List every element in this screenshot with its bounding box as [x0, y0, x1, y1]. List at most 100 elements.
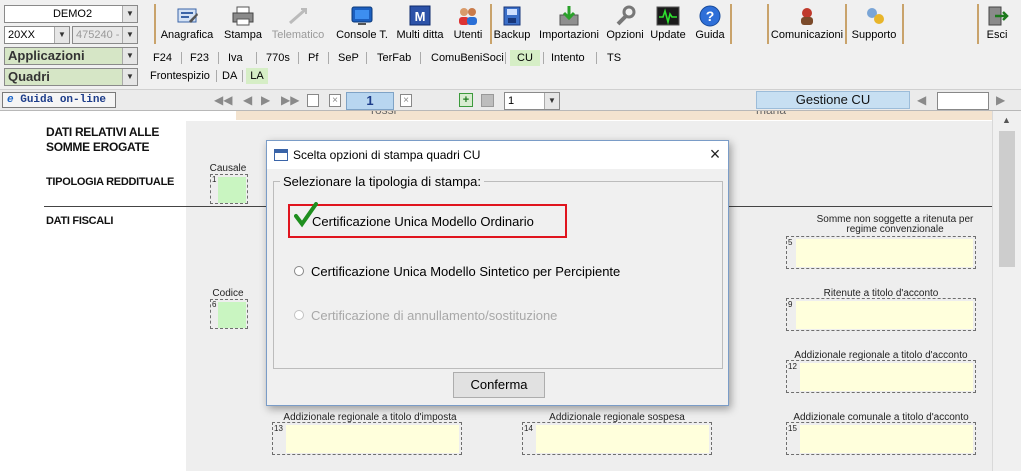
option-sintetico[interactable]: Certificazione Unica Modello Sintetico p…	[294, 262, 714, 282]
chevron-down-icon[interactable]: ▼	[544, 93, 559, 109]
field-13-input[interactable]	[286, 425, 459, 453]
guida-button[interactable]: ? Guida	[692, 3, 728, 45]
tab-pf[interactable]: Pf	[308, 50, 318, 66]
esci-button[interactable]: Esci	[982, 3, 1012, 45]
tab-sep[interactable]: SeP	[338, 50, 359, 66]
radio-disabled-icon[interactable]	[294, 310, 304, 320]
tab-iva[interactable]: Iva	[228, 50, 243, 66]
stampa-label: Stampa	[224, 29, 262, 41]
section-value: Quadri	[8, 69, 50, 84]
update-button[interactable]: Update	[648, 3, 688, 45]
scroll-thumb[interactable]	[999, 131, 1015, 267]
tab-f24[interactable]: F24	[153, 50, 172, 66]
first-record-icon[interactable]: ◀◀	[214, 93, 232, 107]
anagrafica-label: Anagrafica	[160, 29, 214, 41]
tab-la[interactable]: LA	[246, 68, 268, 84]
chevron-down-icon[interactable]: ▼	[122, 48, 137, 64]
guida-label: Guida	[695, 29, 725, 41]
dialog-body: Selezionare la tipologia di stampa: Cert…	[267, 169, 728, 405]
vertical-scrollbar[interactable]: ▲	[992, 111, 1021, 471]
next-arrow-icon[interactable]: ▶	[996, 93, 1005, 107]
tab-intento[interactable]: Intento	[551, 50, 585, 66]
tab-divider	[596, 52, 597, 64]
close-icon[interactable]: ×	[705, 143, 725, 165]
add-row-icon[interactable]: +	[459, 93, 473, 107]
tab-ts[interactable]: TS	[607, 50, 621, 66]
tab-cu[interactable]: CU	[510, 50, 540, 66]
tab-divider	[181, 52, 182, 64]
opzioni-button[interactable]: Opzioni	[605, 3, 645, 45]
supporto-button[interactable]: Supporto	[848, 3, 900, 45]
field-5-label: Somme non soggette a ritenuta per regime…	[816, 214, 974, 235]
field-9-input[interactable]	[796, 301, 973, 329]
comunicazioni-button[interactable]: Comunicazioni	[770, 3, 844, 45]
code-value: 475240 -	[76, 29, 120, 41]
importazioni-button[interactable]: Importazioni	[535, 3, 603, 45]
tab-770s[interactable]: 770s	[266, 50, 290, 66]
print-type-group: Selezionare la tipologia di stampa: Cert…	[273, 174, 723, 369]
supporto-icon	[867, 8, 884, 24]
multi-ditta-label: Multi ditta	[396, 29, 444, 41]
chevron-down-icon[interactable]: ▼	[122, 27, 137, 43]
prev-record-icon[interactable]: ◀	[243, 93, 252, 107]
section-select-applicazioni[interactable]: Applicazioni ▼	[4, 47, 138, 65]
dialog-app-icon	[274, 149, 288, 161]
telematico-button[interactable]: Telematico	[268, 3, 328, 45]
field-14-input[interactable]	[536, 425, 709, 453]
toolbar-divider	[490, 4, 492, 44]
option-ordinario[interactable]: Certificazione Unica Modello Ordinario	[288, 202, 567, 238]
header-strip: rossi maria	[236, 111, 992, 120]
stampa-button[interactable]: Stampa	[222, 3, 264, 45]
next-record-icon[interactable]: ▶	[261, 93, 270, 107]
page-number-field[interactable]: 1	[346, 92, 394, 110]
delete-page-icon[interactable]: ×	[329, 94, 341, 107]
tab-comubenisoci[interactable]: ComuBeniSoci	[431, 50, 504, 66]
chevron-down-icon[interactable]: ▼	[54, 27, 69, 43]
chevron-down-icon[interactable]: ▼	[122, 6, 137, 22]
anagrafica-button[interactable]: Anagrafica	[158, 3, 216, 45]
remove-page-icon[interactable]: ×	[400, 94, 412, 107]
tab-terfab[interactable]: TerFab	[377, 50, 411, 66]
codice-input[interactable]	[218, 302, 246, 328]
record-field[interactable]	[937, 92, 989, 110]
radio-unchecked-icon[interactable]	[294, 266, 304, 276]
toolbar-divider	[767, 4, 769, 44]
module-select[interactable]: 1 ▼	[504, 92, 560, 110]
chevron-down-icon[interactable]: ▼	[122, 69, 137, 85]
option-annullamento[interactable]: Certificazione di annullamento/sostituzi…	[294, 306, 714, 326]
last-record-icon[interactable]: ▶▶	[281, 93, 299, 107]
code-select[interactable]: 475240 - ▼	[72, 26, 138, 44]
stop-icon[interactable]	[481, 94, 494, 107]
utenti-button[interactable]: Utenti	[450, 3, 486, 45]
section-value: Applicazioni	[8, 48, 85, 63]
field-12-input[interactable]	[800, 363, 973, 391]
group-label: Selezionare la tipologia di stampa:	[280, 174, 485, 189]
new-page-icon[interactable]	[307, 94, 319, 107]
field-5-input[interactable]	[796, 239, 973, 267]
causale-number: 1	[212, 175, 217, 184]
console-button[interactable]: Console T.	[334, 3, 390, 45]
causale-label: Causale	[209, 163, 247, 174]
guida-online-button[interactable]: e Guida on-line	[2, 92, 116, 108]
help-icon: ?	[699, 5, 721, 27]
section-title: DATI RELATIVI ALLE SOMME EROGATE	[46, 125, 160, 154]
comunicazioni-icon	[801, 8, 813, 25]
opzioni-label: Opzioni	[606, 29, 644, 41]
multi-ditta-button[interactable]: M Multi ditta	[394, 3, 446, 45]
gestione-cu-button[interactable]: Gestione CU	[756, 91, 910, 109]
backup-button[interactable]: Backup	[493, 3, 531, 45]
company-select[interactable]: DEMO2 ▼	[4, 5, 138, 23]
tab-f23[interactable]: F23	[190, 50, 209, 66]
prev-arrow-icon[interactable]: ◀	[917, 93, 926, 107]
conferma-button[interactable]: Conferma	[453, 372, 545, 398]
tab-divider	[543, 52, 544, 64]
scroll-up-icon[interactable]: ▲	[1002, 115, 1011, 125]
year-value: 20XX	[8, 29, 35, 41]
tab-da[interactable]: DA	[222, 68, 237, 84]
causale-input[interactable]	[218, 177, 246, 203]
section-select-quadri[interactable]: Quadri ▼	[4, 68, 138, 86]
tab-frontespizio[interactable]: Frontespizio	[150, 68, 210, 84]
tipologia-label: TIPOLOGIA REDDITUALE	[46, 176, 175, 188]
field-15-input[interactable]	[800, 425, 973, 453]
year-select[interactable]: 20XX ▼	[4, 26, 70, 44]
